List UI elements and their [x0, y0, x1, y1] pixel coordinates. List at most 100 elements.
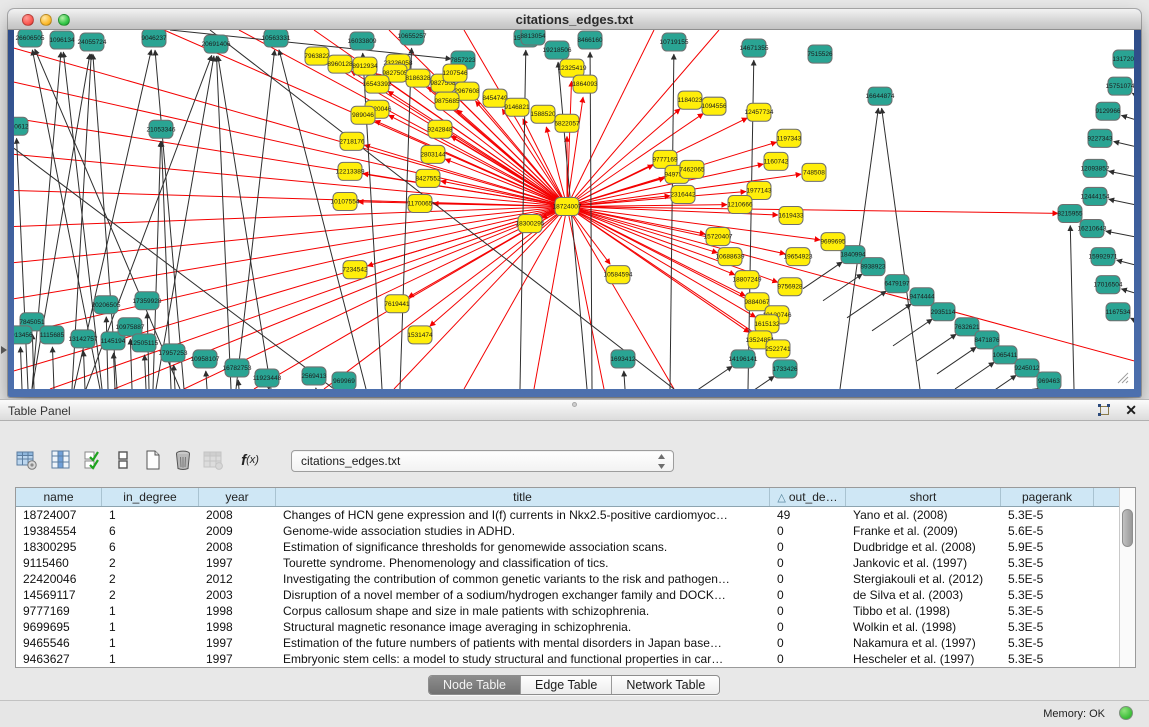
graph-node-teal[interactable]: 8215955	[1057, 204, 1083, 222]
graph-node-yellow[interactable]: 7234542	[342, 261, 368, 279]
table-row[interactable]: 2242004622012Investigating the contribut…	[16, 571, 1119, 587]
column-header-pagerank[interactable]: pagerank	[1001, 488, 1094, 506]
graph-node-yellow[interactable]: 1615132	[754, 315, 780, 333]
column-header-short[interactable]: short	[846, 488, 1001, 506]
graph-node-yellow[interactable]: 1864093	[572, 75, 598, 93]
graph-node-yellow[interactable]: 12457734	[745, 103, 774, 121]
table-scrollbar[interactable]	[1119, 488, 1135, 667]
graph-node-teal[interactable]: 10655257	[398, 30, 427, 45]
graph-node-teal[interactable]: 1096134	[49, 31, 75, 49]
graph-node-teal[interactable]: 17016504	[1094, 276, 1123, 294]
graph-node-yellow[interactable]: 18300295	[516, 215, 545, 233]
graph-node-teal[interactable]: 15992971	[1089, 248, 1118, 266]
graph-node-teal[interactable]: 12505115	[130, 334, 159, 352]
graph-node-yellow[interactable]: 1588520	[530, 105, 556, 123]
canvas-resize-grip[interactable]	[1118, 373, 1128, 383]
float-panel-icon[interactable]	[1097, 404, 1111, 417]
select-columns-icon[interactable]	[80, 447, 106, 473]
graph-node-teal[interactable]: 26606505	[16, 30, 45, 47]
graph-node-yellow[interactable]: 12213389	[336, 162, 365, 180]
graph-node-teal[interactable]: 2935114	[931, 303, 956, 321]
graph-node-yellow[interactable]: 10107554	[331, 192, 360, 210]
graph-node-teal[interactable]: 16782753	[223, 359, 252, 377]
graph-node-teal[interactable]: 12444154	[1081, 187, 1110, 205]
table-settings-icon[interactable]	[14, 447, 40, 473]
graph-node-teal[interactable]: 9046237	[141, 30, 167, 47]
show-columns-icon[interactable]	[48, 447, 74, 473]
graph-node-yellow[interactable]: 12325419	[558, 59, 587, 77]
tab-network-table[interactable]: Network Table	[612, 676, 719, 694]
graph-node-teal[interactable]: 12093852	[1081, 159, 1110, 177]
graph-node-yellow[interactable]: 7963822	[304, 47, 330, 65]
graph-node-teal[interactable]: 17957253	[159, 344, 188, 362]
graph-node-teal[interactable]: 1167534	[1106, 303, 1131, 321]
graph-node-yellow[interactable]: 2522741	[765, 340, 791, 358]
column-header-name[interactable]: name	[16, 488, 102, 506]
graph-node-yellow[interactable]: 2316442	[670, 185, 696, 203]
graph-node-yellow[interactable]: 9146821	[504, 98, 530, 116]
graph-node-yellow[interactable]: 6822057	[554, 114, 580, 132]
column-header-in_degree[interactable]: in_degree	[102, 488, 199, 506]
table-row[interactable]: 946362711997Embryonic stem cells: a mode…	[16, 651, 1119, 667]
delete-icon[interactable]	[170, 447, 196, 473]
row-height-icon[interactable]	[110, 447, 136, 473]
graph-node-teal[interactable]: 16033809	[348, 32, 377, 50]
graph-node-teal[interactable]: 1693412	[610, 350, 636, 368]
graph-node-teal[interactable]: 6479197	[884, 275, 910, 293]
graph-node-teal[interactable]: 20206505	[92, 296, 121, 314]
graph-node-yellow[interactable]: 18807249	[733, 271, 762, 289]
graph-node-teal[interactable]: 10719155	[660, 33, 689, 51]
graph-node-yellow[interactable]: 8427552	[415, 169, 441, 187]
graph-node-yellow[interactable]: 1160742	[764, 152, 789, 170]
graph-node-teal[interactable]: 16210643	[1078, 220, 1107, 238]
node-table[interactable]: namein_degreeyeartitle△out_de…shortpager…	[15, 487, 1136, 668]
graph-node-teal[interactable]: 8466160	[577, 31, 603, 49]
graph-node-teal[interactable]: 9129966	[1095, 102, 1121, 120]
graph-node-yellow[interactable]: 2803144	[420, 145, 446, 163]
graph-node-yellow[interactable]: 15720407	[704, 228, 733, 246]
graph-node-yellow[interactable]: 8912934	[352, 57, 378, 75]
graph-node-teal[interactable]: 9474444	[909, 288, 935, 306]
table-row[interactable]: 1830029562008Estimation of significance …	[16, 539, 1119, 555]
graph-node-teal[interactable]: 8938923	[860, 258, 886, 276]
graph-node-teal[interactable]: 2660612	[14, 117, 29, 135]
graph-node-teal[interactable]: 19218506	[543, 41, 572, 59]
new-document-icon[interactable]	[140, 447, 166, 473]
graph-node-teal[interactable]: 9245012	[1014, 359, 1040, 377]
graph-node-yellow[interactable]: 10688639	[716, 248, 745, 266]
graph-node-yellow[interactable]: 1184023	[678, 91, 703, 109]
graph-node-yellow[interactable]: 1094556	[701, 97, 727, 115]
table-row[interactable]: 1872400712008Changes of HCN gene express…	[16, 507, 1119, 523]
graph-node-yellow[interactable]: 16543392	[363, 75, 392, 93]
graph-node-teal[interactable]: 14196141	[729, 350, 758, 368]
graph-node-teal[interactable]: 21053346	[147, 120, 176, 138]
table-row[interactable]: 1456911722003Disruption of a novel membe…	[16, 587, 1119, 603]
graph-node-yellow[interactable]: 2718176	[339, 132, 365, 150]
graph-node-teal[interactable]: 1115685	[40, 326, 65, 344]
graph-node-teal[interactable]: 3913456	[14, 326, 33, 344]
close-panel-icon[interactable]: ✕	[1125, 402, 1137, 419]
memory-ok-indicator-icon[interactable]	[1119, 706, 1133, 720]
graph-node-yellow[interactable]: 9875685	[434, 92, 460, 110]
graph-node-teal[interactable]: 7515526	[807, 45, 833, 63]
graph-node-teal[interactable]: 14671355	[740, 39, 769, 57]
panel-drag-handle[interactable]	[572, 402, 577, 407]
graph-node-teal[interactable]: 20691406	[202, 35, 231, 53]
table-scrollbar-thumb[interactable]	[1122, 509, 1133, 547]
graph-node-yellow[interactable]: 1531474	[407, 326, 433, 344]
graph-node-teal[interactable]: 11923448	[253, 369, 282, 387]
graph-node-teal[interactable]: 8813054	[520, 30, 546, 45]
graph-node-teal[interactable]: 10975887	[116, 318, 145, 336]
tab-node-table[interactable]: Node Table	[429, 676, 521, 694]
table-header-row[interactable]: namein_degreeyeartitle△out_de…shortpager…	[16, 488, 1119, 507]
graph-node-teal[interactable]: 17359928	[133, 292, 162, 310]
graph-node-yellow[interactable]: 1210666	[727, 195, 753, 213]
graph-node-teal[interactable]: 1065411	[993, 346, 1018, 364]
graph-node-yellow[interactable]: 8960128	[327, 55, 353, 73]
graph-node-yellow[interactable]: 8186328	[405, 69, 431, 87]
collapsed-panel-arrow-icon[interactable]	[1, 346, 7, 354]
graph-node-yellow[interactable]: 1170065	[408, 194, 433, 212]
graph-node-yellow[interactable]: 1207546	[442, 64, 468, 82]
tab-edge-table[interactable]: Edge Table	[521, 676, 612, 694]
table-row[interactable]: 946554611997Estimation of the future num…	[16, 635, 1119, 651]
